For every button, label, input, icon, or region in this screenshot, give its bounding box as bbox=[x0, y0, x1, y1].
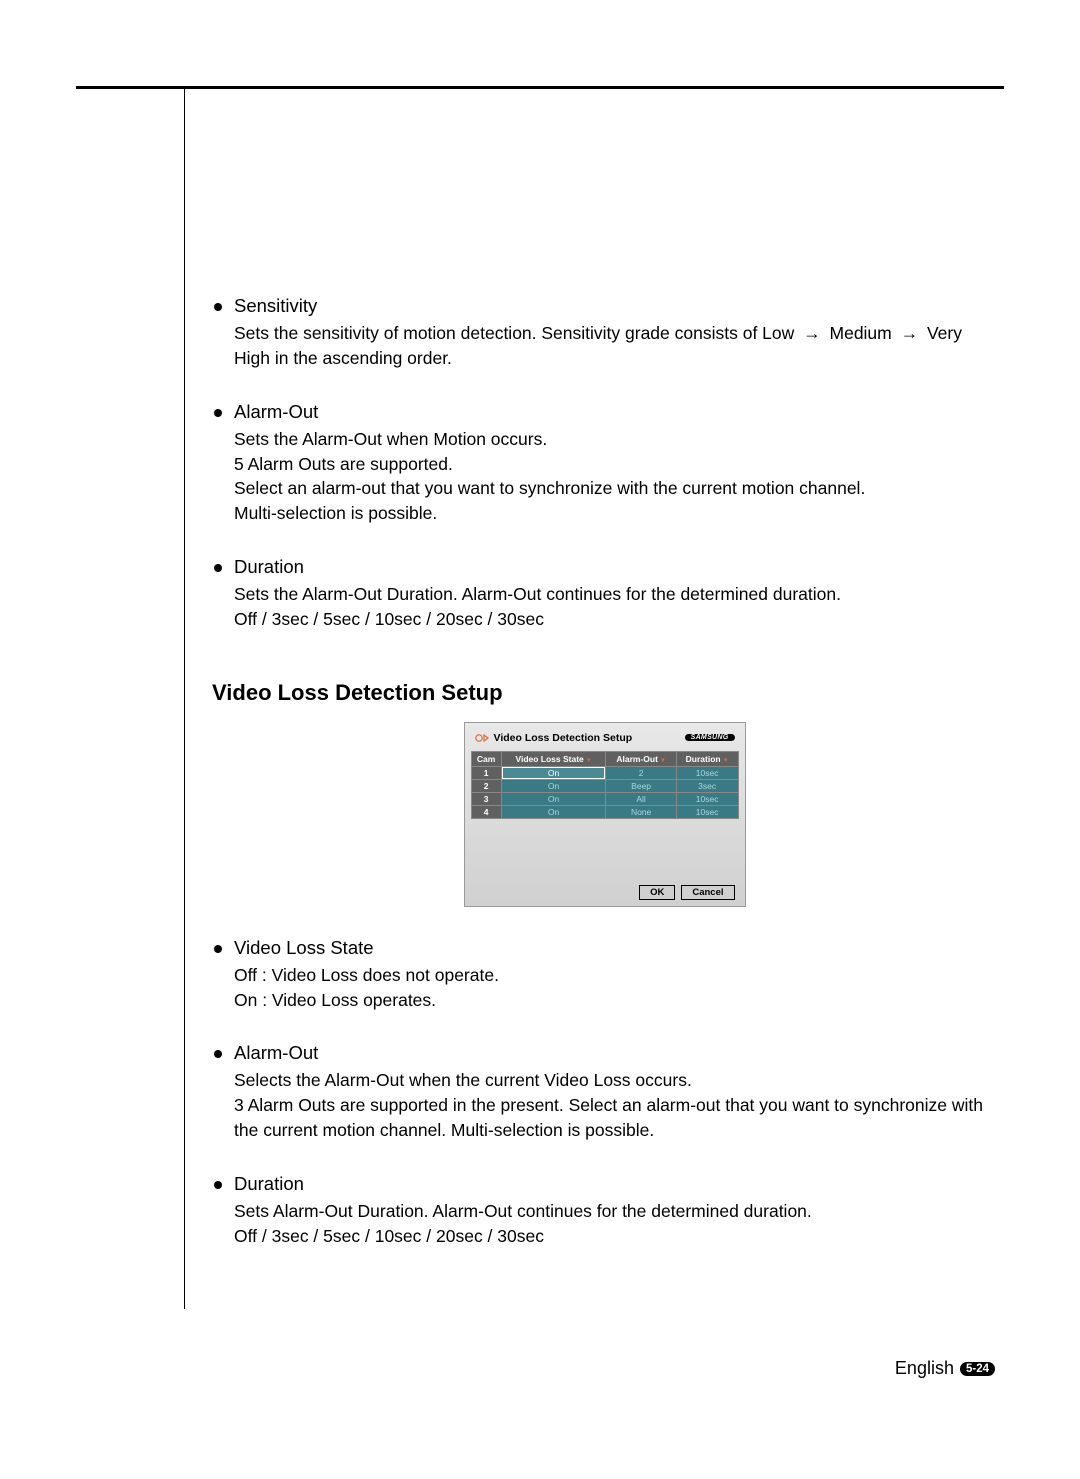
col-cam: Cam bbox=[471, 751, 501, 766]
bullet-icon bbox=[214, 564, 222, 572]
text-line: Sets the Alarm-Out Duration. Alarm-Out c… bbox=[234, 582, 995, 607]
dialog-wrapper: Video Loss Detection Setup SAMSUNG Cam V… bbox=[214, 722, 995, 907]
duration-cell[interactable]: 3sec bbox=[676, 779, 738, 792]
dialog-header: Video Loss Detection Setup SAMSUNG bbox=[471, 729, 739, 751]
record-setup-icon bbox=[475, 731, 489, 745]
samsung-badge: SAMSUNG bbox=[685, 734, 735, 741]
page-number-badge: 5-24 bbox=[960, 1362, 995, 1376]
video-loss-dialog: Video Loss Detection Setup SAMSUNG Cam V… bbox=[464, 722, 746, 907]
sensitivity-section: Sensitivity Sets the sensitivity of moti… bbox=[214, 295, 995, 371]
vertical-rule bbox=[184, 86, 185, 1309]
video-loss-state-cell[interactable]: On bbox=[501, 766, 606, 779]
text-sensitivity-mid1: Medium bbox=[825, 323, 897, 343]
col-label: Video Loss State bbox=[515, 754, 583, 764]
cancel-button[interactable]: Cancel bbox=[681, 885, 734, 900]
col-alarm-out[interactable]: Alarm-Out▼ bbox=[606, 751, 676, 766]
cam-cell: 1 bbox=[471, 766, 501, 779]
duration-cell[interactable]: 10sec bbox=[676, 805, 738, 818]
video-loss-table: Cam Video Loss State▼ Alarm-Out▼ Duratio… bbox=[471, 751, 739, 819]
cam-cell: 2 bbox=[471, 779, 501, 792]
chevron-down-icon: ▼ bbox=[723, 758, 729, 764]
text-line: Selects the Alarm-Out when the current V… bbox=[234, 1068, 995, 1093]
video-loss-state-cell[interactable]: On bbox=[501, 792, 606, 805]
video-loss-state-section: Video Loss State Off : Video Loss does n… bbox=[214, 937, 995, 1013]
text-line: Off / 3sec / 5sec / 10sec / 20sec / 30se… bbox=[234, 607, 995, 632]
col-label: Alarm-Out bbox=[616, 754, 658, 764]
video-loss-state-body: Off : Video Loss does not operate. On : … bbox=[234, 963, 995, 1013]
alarm-out-cell[interactable]: All bbox=[606, 792, 676, 805]
table-row[interactable]: 1On210sec bbox=[471, 766, 738, 779]
table-row[interactable]: 2OnBeep3sec bbox=[471, 779, 738, 792]
alarm-out-cell[interactable]: 2 bbox=[606, 766, 676, 779]
duration-1-body: Sets the Alarm-Out Duration. Alarm-Out c… bbox=[234, 582, 995, 632]
text-line: Off : Video Loss does not operate. bbox=[234, 963, 995, 988]
arrow-icon: → bbox=[901, 321, 919, 346]
video-loss-detection-setup-heading: Video Loss Detection Setup bbox=[212, 680, 995, 706]
text-line: 5 Alarm Outs are supported. bbox=[234, 452, 995, 477]
text-sensitivity-pre: Sets the sensitivity of motion detection… bbox=[234, 323, 799, 343]
text-line: On : Video Loss operates. bbox=[234, 988, 995, 1013]
bullet-icon bbox=[214, 303, 222, 311]
sensitivity-heading: Sensitivity bbox=[234, 295, 317, 317]
table-row[interactable]: 3OnAll10sec bbox=[471, 792, 738, 805]
alarm-out-1-heading: Alarm-Out bbox=[234, 401, 318, 423]
sensitivity-body: Sets the sensitivity of motion detection… bbox=[234, 321, 995, 371]
col-label: Duration bbox=[686, 754, 721, 764]
alarm-out-cell[interactable]: None bbox=[606, 805, 676, 818]
text-line: Sets Alarm-Out Duration. Alarm-Out conti… bbox=[234, 1199, 995, 1224]
duration-1-heading: Duration bbox=[234, 556, 304, 578]
bullet-icon bbox=[214, 1181, 222, 1189]
duration-2-body: Sets Alarm-Out Duration. Alarm-Out conti… bbox=[234, 1199, 995, 1249]
bullet-icon bbox=[214, 409, 222, 417]
duration-cell[interactable]: 10sec bbox=[676, 792, 738, 805]
alarm-out-2-body: Selects the Alarm-Out when the current V… bbox=[234, 1068, 995, 1143]
alarm-out-2-heading: Alarm-Out bbox=[234, 1042, 318, 1064]
cam-cell: 4 bbox=[471, 805, 501, 818]
chevron-down-icon: ▼ bbox=[586, 758, 592, 764]
chevron-down-icon: ▼ bbox=[660, 758, 666, 764]
alarm-out-cell[interactable]: Beep bbox=[606, 779, 676, 792]
col-video-loss-state[interactable]: Video Loss State▼ bbox=[501, 751, 606, 766]
text-line: Select an alarm-out that you want to syn… bbox=[234, 476, 995, 501]
page-content: Sensitivity Sets the sensitivity of moti… bbox=[214, 295, 995, 1279]
dialog-spacer bbox=[471, 819, 739, 879]
duration-cell[interactable]: 10sec bbox=[676, 766, 738, 779]
video-loss-state-heading: Video Loss State bbox=[234, 937, 374, 959]
arrow-icon: → bbox=[803, 321, 821, 346]
dialog-buttons: OK Cancel bbox=[471, 885, 739, 900]
alarm-out-2-section: Alarm-Out Selects the Alarm-Out when the… bbox=[214, 1042, 995, 1143]
duration-1-section: Duration Sets the Alarm-Out Duration. Al… bbox=[214, 556, 995, 632]
text-line: Sets the Alarm-Out when Motion occurs. bbox=[234, 427, 995, 452]
video-loss-state-cell[interactable]: On bbox=[501, 805, 606, 818]
col-duration[interactable]: Duration▼ bbox=[676, 751, 738, 766]
dialog-title: Video Loss Detection Setup bbox=[494, 732, 633, 744]
bullet-icon bbox=[214, 1050, 222, 1058]
bullet-icon bbox=[214, 945, 222, 953]
ok-button[interactable]: OK bbox=[639, 885, 675, 900]
text-line: Off / 3sec / 5sec / 10sec / 20sec / 30se… bbox=[234, 1224, 995, 1249]
alarm-out-1-body: Sets the Alarm-Out when Motion occurs. 5… bbox=[234, 427, 995, 526]
duration-2-section: Duration Sets Alarm-Out Duration. Alarm-… bbox=[214, 1173, 995, 1249]
duration-2-heading: Duration bbox=[234, 1173, 304, 1195]
alarm-out-1-section: Alarm-Out Sets the Alarm-Out when Motion… bbox=[214, 401, 995, 526]
text-line: 3 Alarm Outs are supported in the presen… bbox=[234, 1093, 995, 1143]
page-footer: English 5-24 bbox=[895, 1358, 995, 1379]
cam-cell: 3 bbox=[471, 792, 501, 805]
footer-language: English bbox=[895, 1358, 954, 1379]
table-row[interactable]: 4OnNone10sec bbox=[471, 805, 738, 818]
top-rule bbox=[76, 86, 1004, 89]
text-line: Multi-selection is possible. bbox=[234, 501, 995, 526]
video-loss-state-cell[interactable]: On bbox=[501, 779, 606, 792]
